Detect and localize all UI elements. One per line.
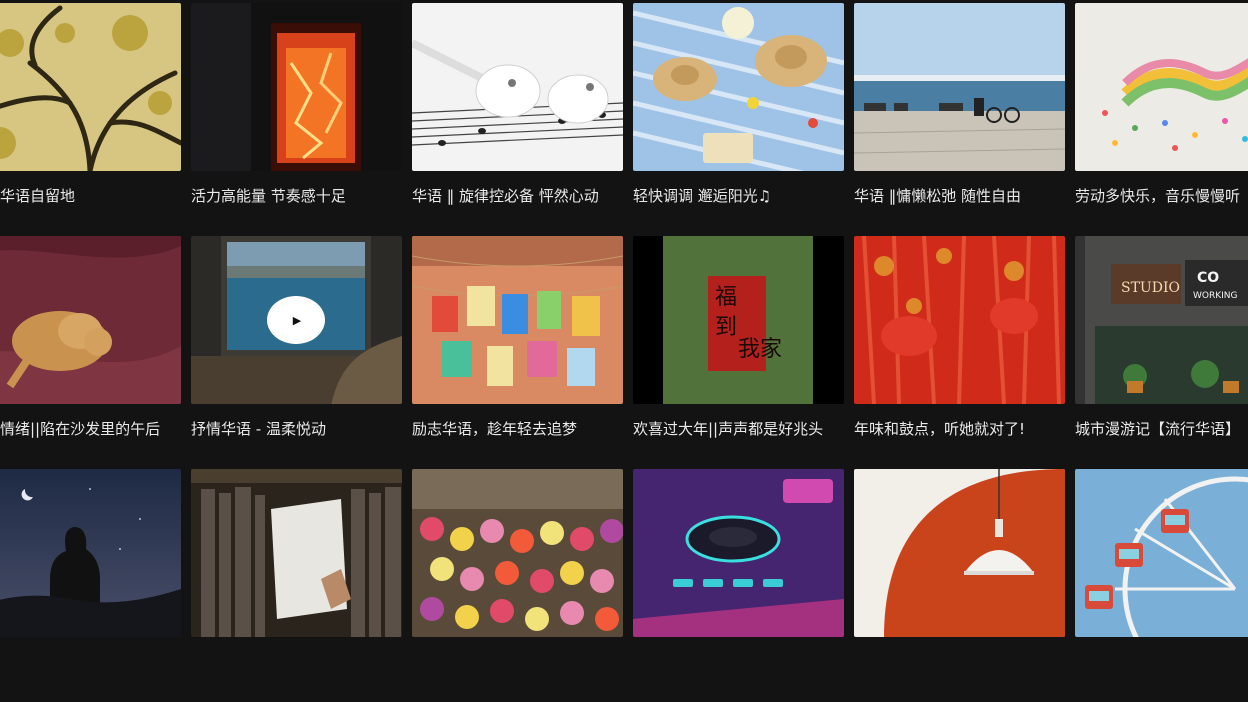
playlist-title[interactable]: 励志华语，趁年轻去追梦 (412, 419, 623, 439)
playlist-title[interactable]: 华语 ‖慵懒松弛 随性自由 (854, 186, 1065, 206)
playlist-cover[interactable] (633, 3, 844, 171)
playlist-cover[interactable] (854, 3, 1065, 171)
svg-text:CO: CO (1197, 270, 1219, 286)
playlist-cover[interactable] (412, 469, 623, 637)
playlist-card[interactable]: 秋大华语自留地 (0, 3, 181, 206)
playlist-cover[interactable] (191, 469, 402, 637)
playlist-cover[interactable] (1075, 3, 1248, 171)
playlist-cover[interactable] (0, 236, 181, 404)
playlist-card[interactable] (1075, 469, 1248, 652)
playlist-cover[interactable] (191, 3, 402, 171)
playlist-card[interactable]: 劳动多快乐，音乐慢慢听 (1075, 3, 1248, 206)
playlist-cover[interactable]: STUDIO CO WORKING (1075, 236, 1248, 404)
svg-text:我家: 我家 (738, 337, 782, 362)
playlist-grid: 秋大华语自留地 活力高能量 节奏感十足 (0, 3, 1248, 702)
playlist-title[interactable]: 抒情华语 - 温柔悦动 (191, 419, 402, 439)
playlist-cover[interactable]: 福 到 我家 (633, 236, 844, 404)
playlist-card[interactable] (633, 469, 844, 652)
playlist-cover[interactable] (854, 469, 1065, 637)
playlist-title[interactable]: 欢喜过大年||声声都是好兆头 (633, 419, 844, 439)
svg-text:STUDIO: STUDIO (1121, 280, 1180, 296)
playlist-card[interactable]: 活力高能量 节奏感十足 (191, 3, 402, 206)
playlist-card[interactable] (412, 469, 623, 652)
playlist-cover[interactable] (0, 469, 181, 637)
svg-text:福: 福 (715, 285, 737, 310)
play-icon: ▶ (292, 313, 302, 327)
playlist-title[interactable]: 年味和鼓点，听她就对了! (854, 419, 1065, 439)
playlist-cover[interactable] (412, 236, 623, 404)
playlist-cover[interactable] (0, 3, 181, 171)
play-button[interactable]: ▶ (267, 296, 325, 344)
playlist-card[interactable]: 慵懒情绪||陷在沙发里的午后 (0, 236, 181, 439)
playlist-card[interactable] (854, 469, 1065, 652)
playlist-row: 慵懒情绪||陷在沙发里的午后 ▶ 抒情华语 - 温柔悦动 (0, 236, 1248, 469)
playlist-card[interactable]: STUDIO CO WORKING 城市漫游记【流行华语】 (1075, 236, 1248, 439)
playlist-row: 秋大华语自留地 活力高能量 节奏感十足 (0, 3, 1248, 236)
playlist-row (0, 469, 1248, 702)
playlist-cover[interactable]: ▶ (191, 236, 402, 404)
svg-text:到: 到 (715, 315, 737, 340)
playlist-cover[interactable] (854, 236, 1065, 404)
playlist-cover[interactable] (1075, 469, 1248, 637)
playlist-card[interactable]: 年味和鼓点，听她就对了! (854, 236, 1065, 439)
playlist-title[interactable]: 华语 ‖ 旋律控必备 怦然心动 (412, 186, 623, 206)
playlist-title[interactable]: 轻快调调 邂逅阳光♫ (633, 186, 844, 206)
playlist-cover[interactable] (633, 469, 844, 637)
playlist-title[interactable]: 活力高能量 节奏感十足 (191, 186, 402, 206)
playlist-card[interactable]: 励志华语，趁年轻去追梦 (412, 236, 623, 439)
svg-text:WORKING: WORKING (1193, 291, 1238, 301)
playlist-card[interactable]: 福 到 我家 欢喜过大年||声声都是好兆头 (633, 236, 844, 439)
playlist-card[interactable]: ▶ 抒情华语 - 温柔悦动 (191, 236, 402, 439)
playlist-card[interactable]: 华语 ‖慵懒松弛 随性自由 (854, 3, 1065, 206)
playlist-title[interactable]: 秋大华语自留地 (0, 186, 181, 206)
playlist-card[interactable] (0, 469, 181, 652)
playlist-card[interactable] (191, 469, 402, 652)
playlist-title[interactable]: 慵懒情绪||陷在沙发里的午后 (0, 419, 181, 439)
playlist-card[interactable]: 华语 ‖ 旋律控必备 怦然心动 (412, 3, 623, 206)
playlist-title[interactable]: 城市漫游记【流行华语】 (1075, 419, 1248, 439)
playlist-cover[interactable] (412, 3, 623, 171)
playlist-title[interactable]: 劳动多快乐，音乐慢慢听 (1075, 186, 1248, 206)
playlist-card[interactable]: 轻快调调 邂逅阳光♫ (633, 3, 844, 206)
